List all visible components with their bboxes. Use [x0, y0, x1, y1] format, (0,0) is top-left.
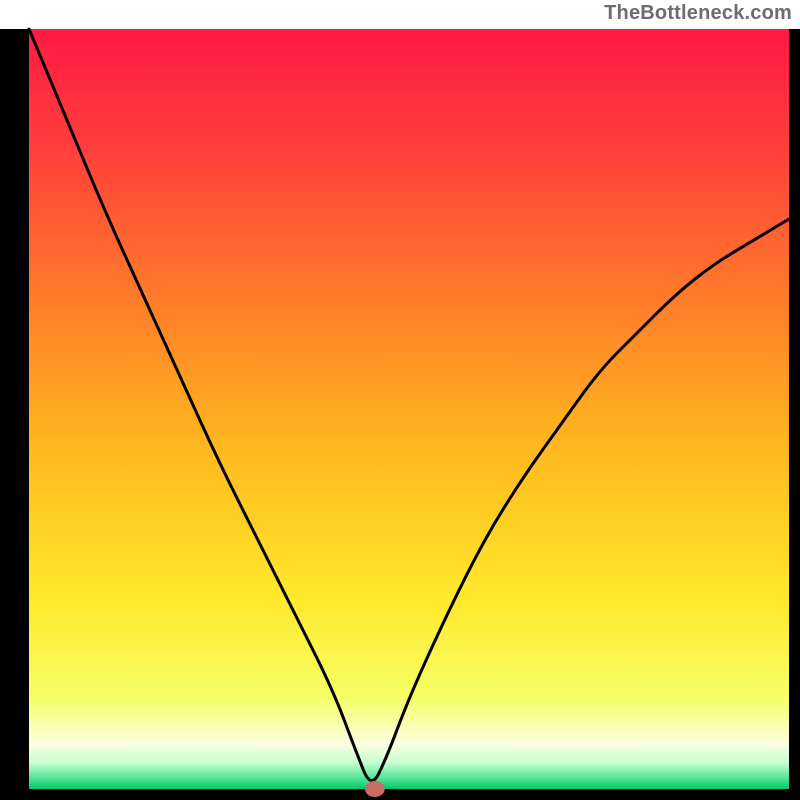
- optimal-point-marker: [365, 781, 385, 797]
- chart-canvas: [0, 0, 800, 800]
- bottleneck-chart: TheBottleneck.com: [0, 0, 800, 800]
- plot-background: [29, 29, 789, 789]
- watermark-label: TheBottleneck.com: [604, 2, 792, 25]
